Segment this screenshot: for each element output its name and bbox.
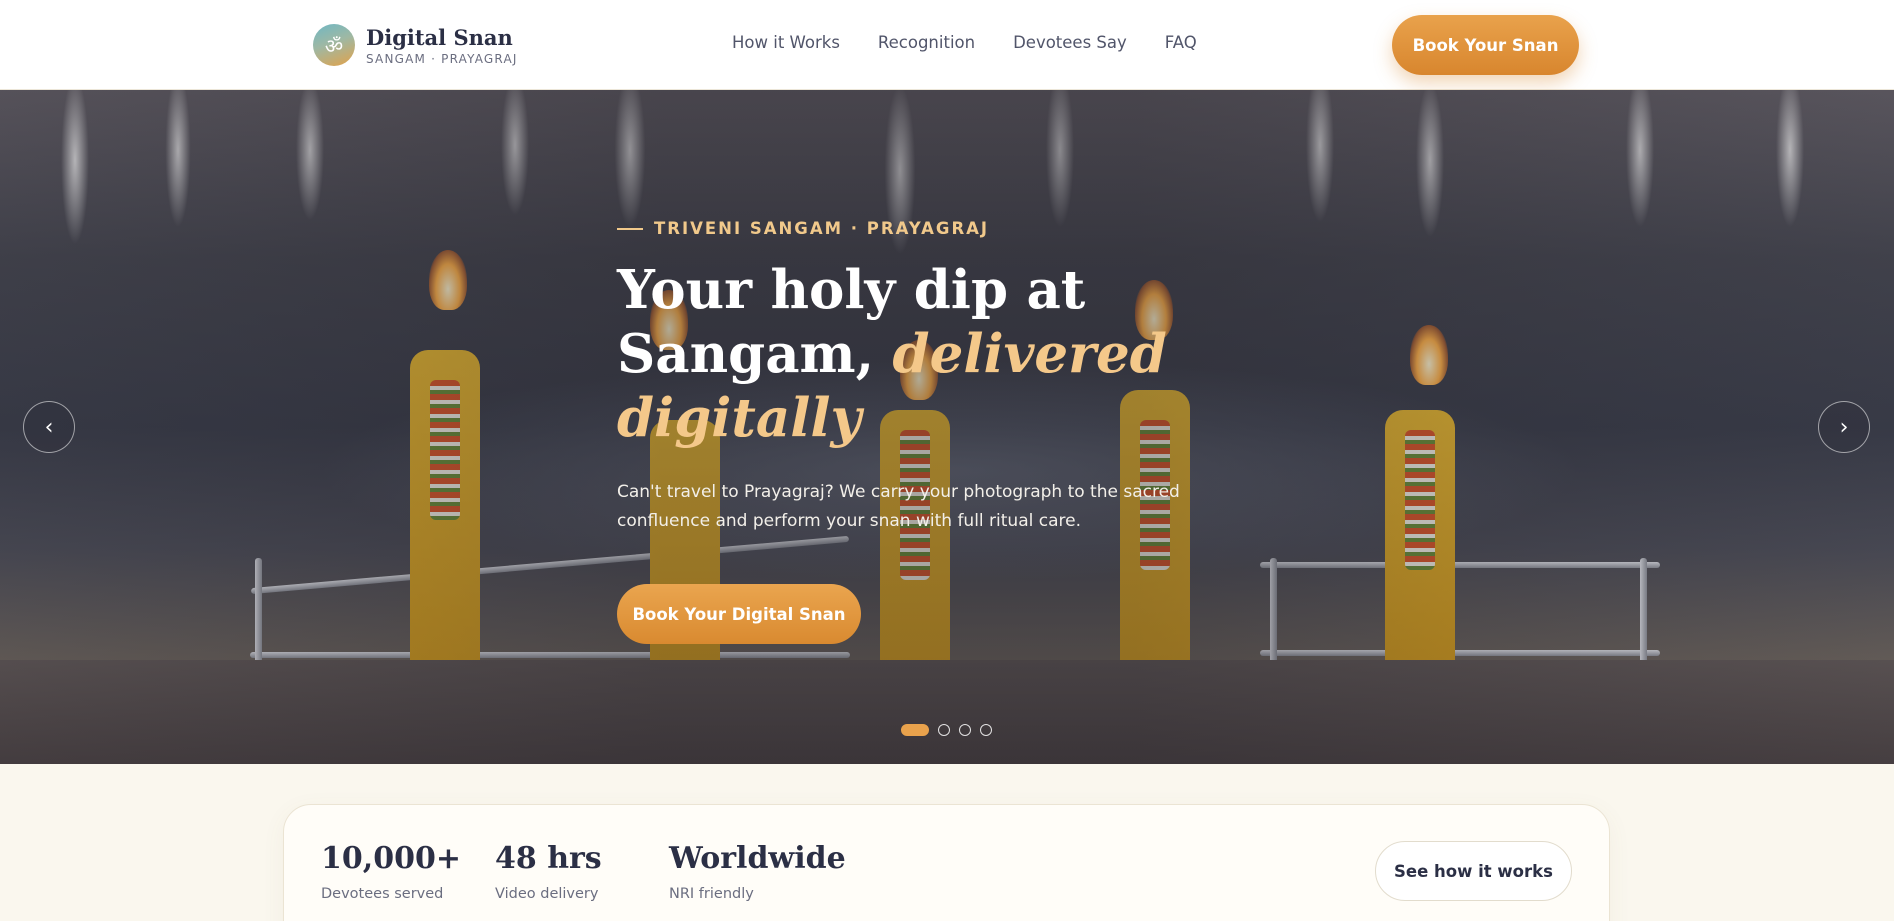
carousel-dot-3[interactable]: [959, 724, 971, 736]
stat-value: Worldwide: [669, 841, 846, 876]
logo-glyph: ॐ: [324, 33, 344, 58]
stat-worldwide: Worldwide NRI friendly: [669, 841, 846, 902]
stat-value: 10,000+: [321, 841, 461, 876]
stats-card: 10,000+ Devotees served 48 hrs Video del…: [283, 804, 1610, 921]
carousel-prev-button[interactable]: ‹: [23, 401, 75, 453]
nav-link-how-it-works[interactable]: How it Works: [732, 33, 840, 52]
stat-devotees: 10,000+ Devotees served: [321, 841, 461, 902]
stat-delivery: 48 hrs Video delivery: [495, 841, 602, 902]
carousel-next-button[interactable]: ›: [1818, 401, 1870, 453]
hero-subtext: Can't travel to Prayagraj? We carry your…: [617, 482, 1180, 531]
chevron-left-icon: ‹: [44, 414, 54, 440]
stat-value: 48 hrs: [495, 841, 602, 876]
brand-text: Digital Snan SANGAM · PRAYAGRAJ: [366, 25, 518, 66]
stat-label: Video delivery: [495, 886, 599, 902]
eyebrow-dash: [617, 227, 643, 230]
brand-tagline: SANGAM · PRAYAGRAJ: [366, 51, 518, 66]
hero-eyebrow-text: TRIVENI SANGAM · PRAYAGRAJ: [654, 219, 990, 238]
carousel-dot-2[interactable]: [938, 724, 950, 736]
nav-link-devotees-say[interactable]: Devotees Say: [1013, 33, 1127, 52]
brand-name: Digital Snan: [366, 24, 513, 50]
carousel-dot-4[interactable]: [980, 724, 992, 736]
nav-links: How it Works Recognition Devotees Say FA…: [732, 33, 1197, 52]
chevron-right-icon: ›: [1839, 414, 1849, 440]
book-snan-button[interactable]: Book Your Snan: [1392, 15, 1579, 75]
carousel-dot-1[interactable]: [901, 724, 929, 736]
nav-link-recognition[interactable]: Recognition: [878, 33, 975, 52]
book-digital-snan-button[interactable]: Book Your Digital Snan: [617, 584, 861, 644]
stat-label: Devotees served: [321, 886, 444, 902]
top-navbar: ॐ Digital Snan SANGAM · PRAYAGRAJ How it…: [0, 0, 1894, 90]
hero-headline: Your holy dip at Sangam, delivered digit…: [617, 258, 1257, 450]
om-logo-icon: ॐ: [313, 24, 355, 66]
stat-label: NRI friendly: [669, 886, 754, 902]
nav-link-faq[interactable]: FAQ: [1165, 33, 1197, 52]
see-how-it-works-button[interactable]: See how it works: [1375, 841, 1572, 901]
carousel-dots: [901, 724, 992, 736]
hero-eyebrow: TRIVENI SANGAM · PRAYAGRAJ: [617, 219, 989, 238]
brand[interactable]: ॐ Digital Snan SANGAM · PRAYAGRAJ: [313, 24, 518, 66]
hero-carousel: TRIVENI SANGAM · PRAYAGRAJ Your holy dip…: [0, 90, 1894, 764]
